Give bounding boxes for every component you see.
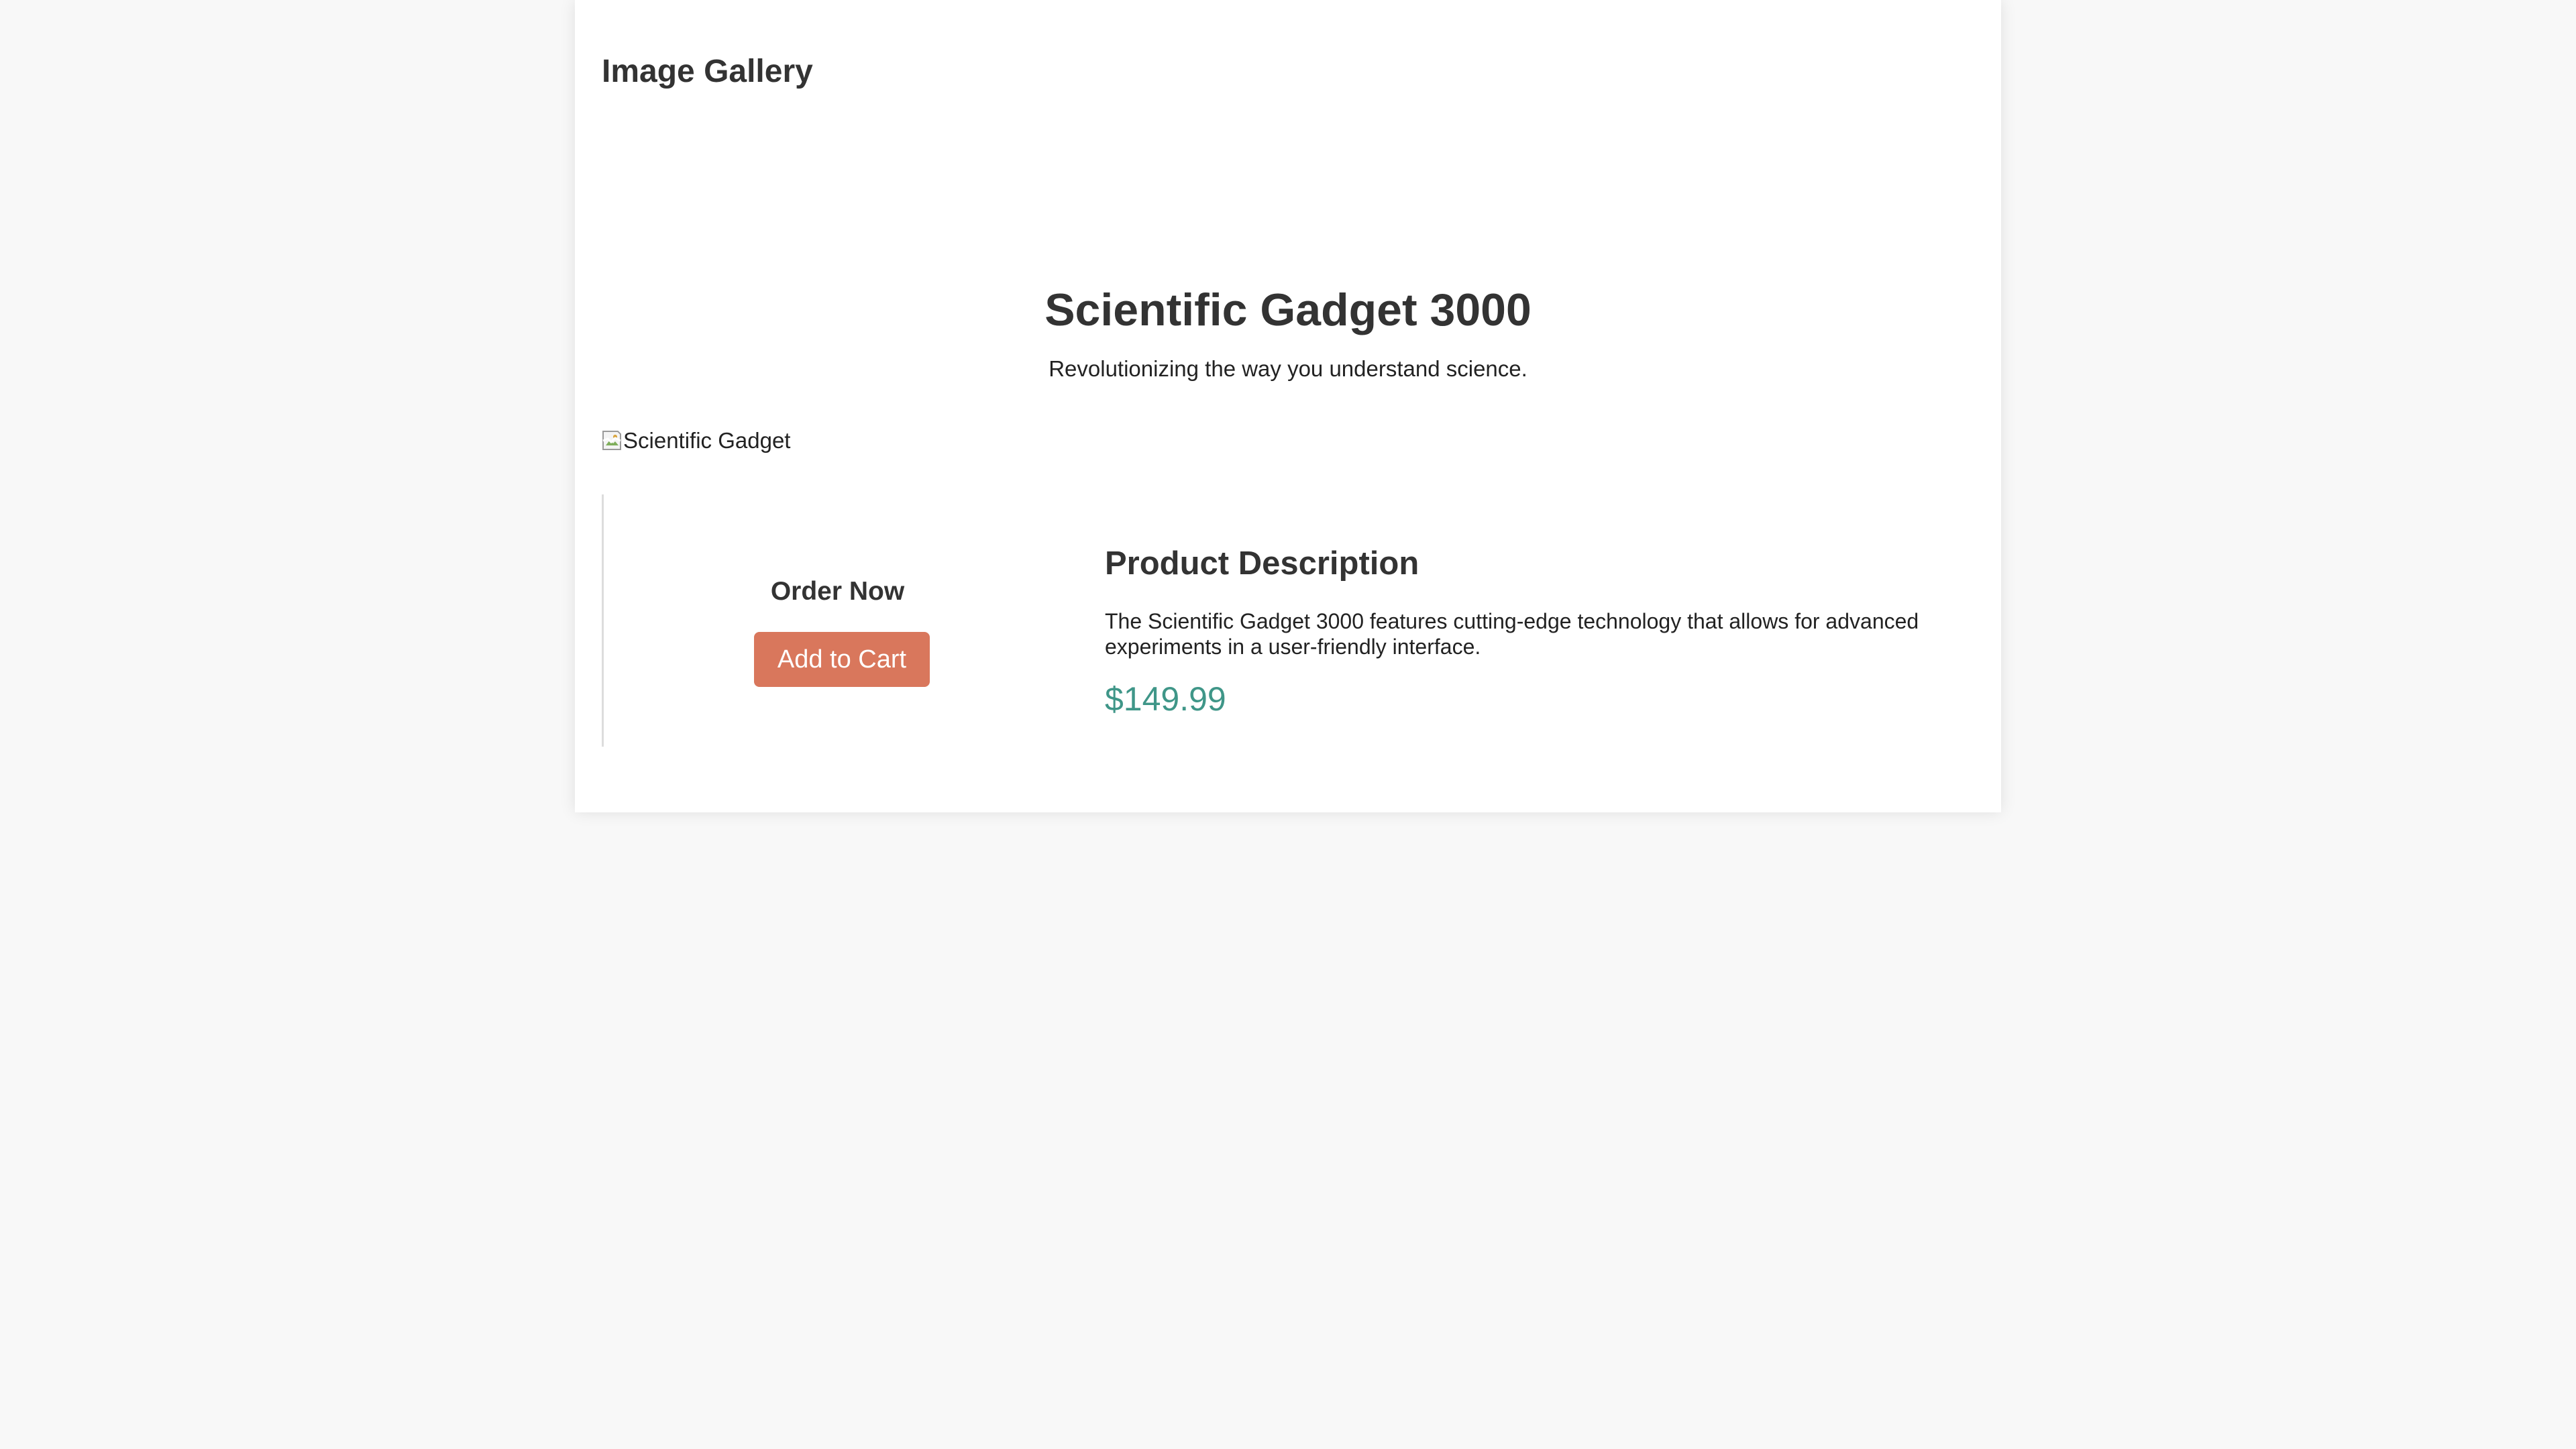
product-image-alt-text: Scientific Gadget (623, 428, 791, 453)
description-title: Product Description (1105, 545, 1419, 582)
gallery-title: Image Gallery (602, 54, 813, 89)
description-text: The Scientific Gadget 3000 features cutt… (1105, 609, 1919, 659)
broken-image-icon (602, 430, 622, 451)
add-to-cart-button[interactable]: Add to Cart (754, 632, 930, 687)
order-panel: Order Now Add to Cart (602, 494, 1071, 747)
page-container: Image Gallery Scientific Gadget 3000 Rev… (575, 0, 2001, 812)
product-price: $149.99 (1105, 680, 1226, 718)
description-panel: Product Description The Scientific Gadge… (1105, 494, 1974, 747)
product-image: Scientific Gadget (602, 427, 790, 454)
product-title: Scientific Gadget 3000 (1044, 284, 1532, 335)
product-detail-section: Order Now Add to Cart Product Descriptio… (602, 494, 1974, 747)
order-title: Order Now (770, 577, 905, 606)
hero-section: Scientific Gadget 3000 Revolutionizing t… (602, 282, 1974, 382)
product-tagline: Revolutionizing the way you understand s… (1049, 356, 1527, 381)
